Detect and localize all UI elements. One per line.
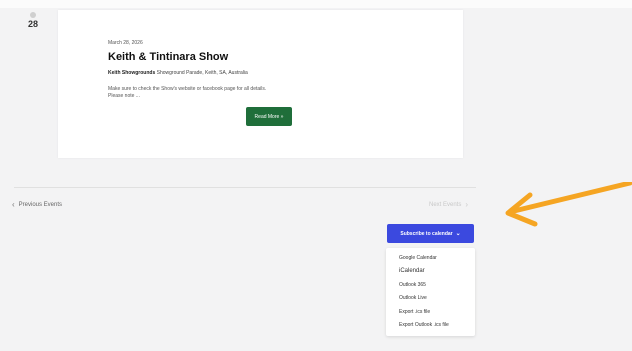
chevron-right-icon: ›	[465, 200, 469, 209]
dropdown-item-outlook-live[interactable]: Outlook Live	[399, 295, 427, 301]
day-dot	[30, 12, 36, 18]
event-description: Make sure to check the Show's website or…	[108, 86, 267, 92]
divider	[14, 187, 476, 188]
day-marker: 28	[22, 12, 44, 29]
calendar-dropdown: Google Calendar iCalendar Outlook 365 Ou…	[386, 248, 475, 336]
dropdown-item-icalendar[interactable]: iCalendar	[399, 268, 425, 274]
event-venue: Keith Showgrounds Showground Parade, Kei…	[108, 70, 248, 76]
chevron-down-icon: ⌄	[455, 231, 461, 237]
dropdown-item-export-ics[interactable]: Export .ics file	[399, 309, 430, 315]
subscribe-label: Subscribe to calendar	[400, 230, 453, 237]
dropdown-item-google-calendar[interactable]: Google Calendar	[399, 255, 437, 261]
event-title[interactable]: Keith & Tintinara Show	[108, 51, 228, 63]
event-more: Please note ...	[108, 93, 140, 99]
next-events-label: Next Events	[429, 202, 462, 208]
read-more-button[interactable]: Read More »	[246, 107, 292, 126]
day-number: 28	[27, 19, 38, 29]
dropdown-item-outlook-365[interactable]: Outlook 365	[399, 282, 426, 288]
previous-events-label: Previous Events	[18, 202, 63, 208]
event-card: March 28, 2026 Keith & Tintinara Show Ke…	[58, 10, 463, 158]
top-strip	[0, 0, 632, 8]
next-events-link[interactable]: Next Events ›	[429, 200, 469, 209]
previous-events-link[interactable]: ‹ Previous Events	[12, 200, 63, 209]
venue-name: Keith Showgrounds	[108, 70, 156, 76]
subscribe-to-calendar-button[interactable]: Subscribe to calendar ⌄	[387, 224, 474, 243]
chevron-left-icon: ‹	[12, 200, 15, 209]
annotation-arrow-icon	[505, 182, 632, 227]
dropdown-item-export-outlook-ics[interactable]: Export Outlook .ics file	[399, 322, 449, 328]
event-date: March 28, 2026	[108, 40, 143, 46]
venue-address: Showground Parade, Keith, SA, Australia	[156, 70, 248, 76]
